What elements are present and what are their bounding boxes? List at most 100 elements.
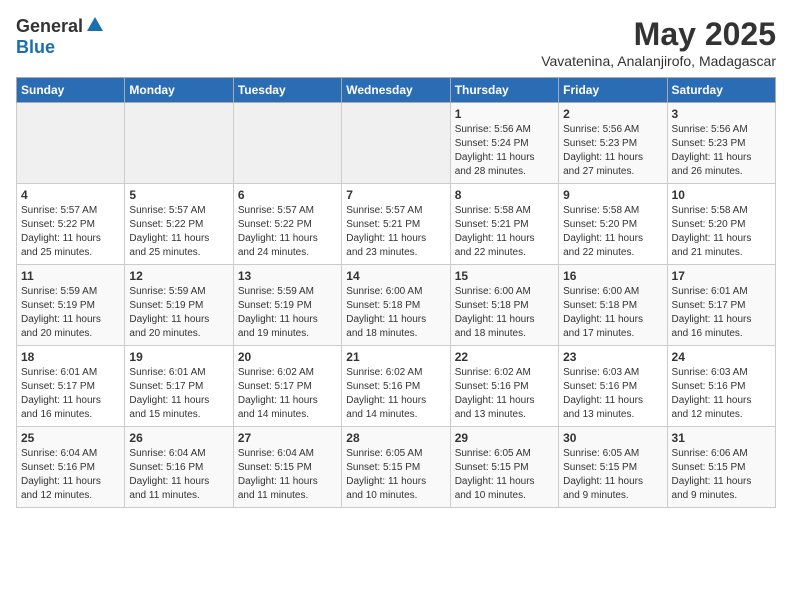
day-cell: 7Sunrise: 5:57 AM Sunset: 5:21 PM Daylig… xyxy=(342,184,450,265)
day-cell: 9 Sunrise: 5:58 AM Sunset: 5:20 PM Daylig… xyxy=(559,184,667,265)
day-number: 21 xyxy=(346,350,445,364)
day-cell: 21Sunrise: 6:02 AM Sunset: 5:16 PM Dayli… xyxy=(342,346,450,427)
day-info: Sunrise: 5:56 AM Sunset: 5:24 PM Dayligh… xyxy=(455,123,554,179)
header: General Blue May 2025 Vavatenina, Analan… xyxy=(16,16,776,69)
week-row-4: 18 Sunrise: 6:01 AM Sunset: 5:17 PM Dayli… xyxy=(17,346,776,427)
day-cell: 13 Sunrise: 5:59 AM Sunset: 5:19 PM Dayli… xyxy=(233,265,341,346)
weekday-header-row: SundayMondayTuesdayWednesdayThursdayFrid… xyxy=(17,78,776,103)
day-number: 12 xyxy=(129,269,228,283)
day-number: 15 xyxy=(455,269,554,283)
day-info: Sunrise: 5:57 AM Sunset: 5:22 PM Dayligh… xyxy=(21,204,120,260)
logo-blue-text: Blue xyxy=(16,37,55,58)
day-number: 17 xyxy=(672,269,771,283)
day-cell: 22 Sunrise: 6:02 AM Sunset: 5:16 PM Dayli… xyxy=(450,346,558,427)
day-info: Sunrise: 6:01 AM Sunset: 5:17 PM Dayligh… xyxy=(672,285,771,341)
weekday-header-wednesday: Wednesday xyxy=(342,78,450,103)
day-number: 28 xyxy=(346,431,445,445)
day-info: Sunrise: 6:04 AM Sunset: 5:16 PM Dayligh… xyxy=(21,447,120,503)
day-cell: 18 Sunrise: 6:01 AM Sunset: 5:17 PM Dayli… xyxy=(17,346,125,427)
day-number: 1 xyxy=(455,107,554,121)
weekday-header-sunday: Sunday xyxy=(17,78,125,103)
day-info: Sunrise: 6:02 AM Sunset: 5:17 PM Dayligh… xyxy=(238,366,337,422)
day-cell xyxy=(125,103,233,184)
day-number: 22 xyxy=(455,350,554,364)
day-number: 13 xyxy=(238,269,337,283)
day-number: 23 xyxy=(563,350,662,364)
day-cell: 10 Sunrise: 5:58 AM Sunset: 5:20 PM Dayli… xyxy=(667,184,775,265)
day-info: Sunrise: 6:06 AM Sunset: 5:15 PM Dayligh… xyxy=(672,447,771,503)
day-cell: 12 Sunrise: 5:59 AM Sunset: 5:19 PM Dayli… xyxy=(125,265,233,346)
day-cell xyxy=(17,103,125,184)
day-info: Sunrise: 5:56 AM Sunset: 5:23 PM Dayligh… xyxy=(672,123,771,179)
day-number: 20 xyxy=(238,350,337,364)
day-info: Sunrise: 6:00 AM Sunset: 5:18 PM Dayligh… xyxy=(346,285,445,341)
weekday-header-tuesday: Tuesday xyxy=(233,78,341,103)
day-cell: 5 Sunrise: 5:57 AM Sunset: 5:22 PM Daylig… xyxy=(125,184,233,265)
day-number: 11 xyxy=(21,269,120,283)
day-info: Sunrise: 5:58 AM Sunset: 5:20 PM Dayligh… xyxy=(563,204,662,260)
day-info: Sunrise: 6:05 AM Sunset: 5:15 PM Dayligh… xyxy=(563,447,662,503)
day-cell: 15 Sunrise: 6:00 AM Sunset: 5:18 PM Dayli… xyxy=(450,265,558,346)
day-info: Sunrise: 6:05 AM Sunset: 5:15 PM Dayligh… xyxy=(346,447,445,503)
day-info: Sunrise: 6:01 AM Sunset: 5:17 PM Dayligh… xyxy=(129,366,228,422)
day-info: Sunrise: 5:58 AM Sunset: 5:20 PM Dayligh… xyxy=(672,204,771,260)
day-number: 9 xyxy=(563,188,662,202)
day-number: 3 xyxy=(672,107,771,121)
day-cell: 14 Sunrise: 6:00 AM Sunset: 5:18 PM Dayli… xyxy=(342,265,450,346)
day-number: 27 xyxy=(238,431,337,445)
day-info: Sunrise: 5:59 AM Sunset: 5:19 PM Dayligh… xyxy=(129,285,228,341)
day-number: 10 xyxy=(672,188,771,202)
day-info: Sunrise: 5:56 AM Sunset: 5:23 PM Dayligh… xyxy=(563,123,662,179)
weekday-header-saturday: Saturday xyxy=(667,78,775,103)
day-cell: 6Sunrise: 5:57 AM Sunset: 5:22 PM Daylig… xyxy=(233,184,341,265)
day-cell: 29 Sunrise: 6:05 AM Sunset: 5:15 PM Dayli… xyxy=(450,427,558,508)
day-cell: 25Sunrise: 6:04 AM Sunset: 5:16 PM Dayli… xyxy=(17,427,125,508)
weekday-header-monday: Monday xyxy=(125,78,233,103)
logo: General Blue xyxy=(16,16,105,58)
week-row-5: 25Sunrise: 6:04 AM Sunset: 5:16 PM Dayli… xyxy=(17,427,776,508)
day-number: 31 xyxy=(672,431,771,445)
day-number: 14 xyxy=(346,269,445,283)
day-info: Sunrise: 5:59 AM Sunset: 5:19 PM Dayligh… xyxy=(21,285,120,341)
day-info: Sunrise: 5:59 AM Sunset: 5:19 PM Dayligh… xyxy=(238,285,337,341)
day-number: 18 xyxy=(21,350,120,364)
day-cell: 31 Sunrise: 6:06 AM Sunset: 5:15 PM Dayli… xyxy=(667,427,775,508)
day-info: Sunrise: 5:57 AM Sunset: 5:21 PM Dayligh… xyxy=(346,204,445,260)
day-number: 19 xyxy=(129,350,228,364)
day-cell: 17 Sunrise: 6:01 AM Sunset: 5:17 PM Dayli… xyxy=(667,265,775,346)
day-cell xyxy=(342,103,450,184)
logo-general-text: General xyxy=(16,16,83,37)
day-cell: 19 Sunrise: 6:01 AM Sunset: 5:17 PM Dayli… xyxy=(125,346,233,427)
day-cell: 26 Sunrise: 6:04 AM Sunset: 5:16 PM Dayli… xyxy=(125,427,233,508)
location-title: Vavatenina, Analanjirofo, Madagascar xyxy=(541,53,776,69)
day-cell: 28 Sunrise: 6:05 AM Sunset: 5:15 PM Dayli… xyxy=(342,427,450,508)
day-info: Sunrise: 6:00 AM Sunset: 5:18 PM Dayligh… xyxy=(455,285,554,341)
week-row-2: 4 Sunrise: 5:57 AM Sunset: 5:22 PM Daylig… xyxy=(17,184,776,265)
day-info: Sunrise: 6:04 AM Sunset: 5:16 PM Dayligh… xyxy=(129,447,228,503)
day-cell: 4 Sunrise: 5:57 AM Sunset: 5:22 PM Daylig… xyxy=(17,184,125,265)
day-info: Sunrise: 5:57 AM Sunset: 5:22 PM Dayligh… xyxy=(129,204,228,260)
day-number: 24 xyxy=(672,350,771,364)
day-number: 29 xyxy=(455,431,554,445)
month-title: May 2025 xyxy=(541,16,776,53)
day-info: Sunrise: 6:01 AM Sunset: 5:17 PM Dayligh… xyxy=(21,366,120,422)
title-area: May 2025 Vavatenina, Analanjirofo, Madag… xyxy=(541,16,776,69)
weekday-header-thursday: Thursday xyxy=(450,78,558,103)
day-info: Sunrise: 6:02 AM Sunset: 5:16 PM Dayligh… xyxy=(455,366,554,422)
day-info: Sunrise: 5:58 AM Sunset: 5:21 PM Dayligh… xyxy=(455,204,554,260)
day-info: Sunrise: 6:05 AM Sunset: 5:15 PM Dayligh… xyxy=(455,447,554,503)
day-number: 4 xyxy=(21,188,120,202)
day-cell: 8Sunrise: 5:58 AM Sunset: 5:21 PM Daylig… xyxy=(450,184,558,265)
day-info: Sunrise: 6:00 AM Sunset: 5:18 PM Dayligh… xyxy=(563,285,662,341)
day-info: Sunrise: 6:03 AM Sunset: 5:16 PM Dayligh… xyxy=(563,366,662,422)
week-row-3: 11 Sunrise: 5:59 AM Sunset: 5:19 PM Dayli… xyxy=(17,265,776,346)
logo-icon xyxy=(85,15,105,35)
day-number: 5 xyxy=(129,188,228,202)
day-info: Sunrise: 6:03 AM Sunset: 5:16 PM Dayligh… xyxy=(672,366,771,422)
day-cell: 24 Sunrise: 6:03 AM Sunset: 5:16 PM Dayli… xyxy=(667,346,775,427)
day-number: 26 xyxy=(129,431,228,445)
day-cell: 20 Sunrise: 6:02 AM Sunset: 5:17 PM Dayli… xyxy=(233,346,341,427)
day-info: Sunrise: 5:57 AM Sunset: 5:22 PM Dayligh… xyxy=(238,204,337,260)
day-cell: 27Sunrise: 6:04 AM Sunset: 5:15 PM Dayli… xyxy=(233,427,341,508)
day-cell: 11 Sunrise: 5:59 AM Sunset: 5:19 PM Dayli… xyxy=(17,265,125,346)
